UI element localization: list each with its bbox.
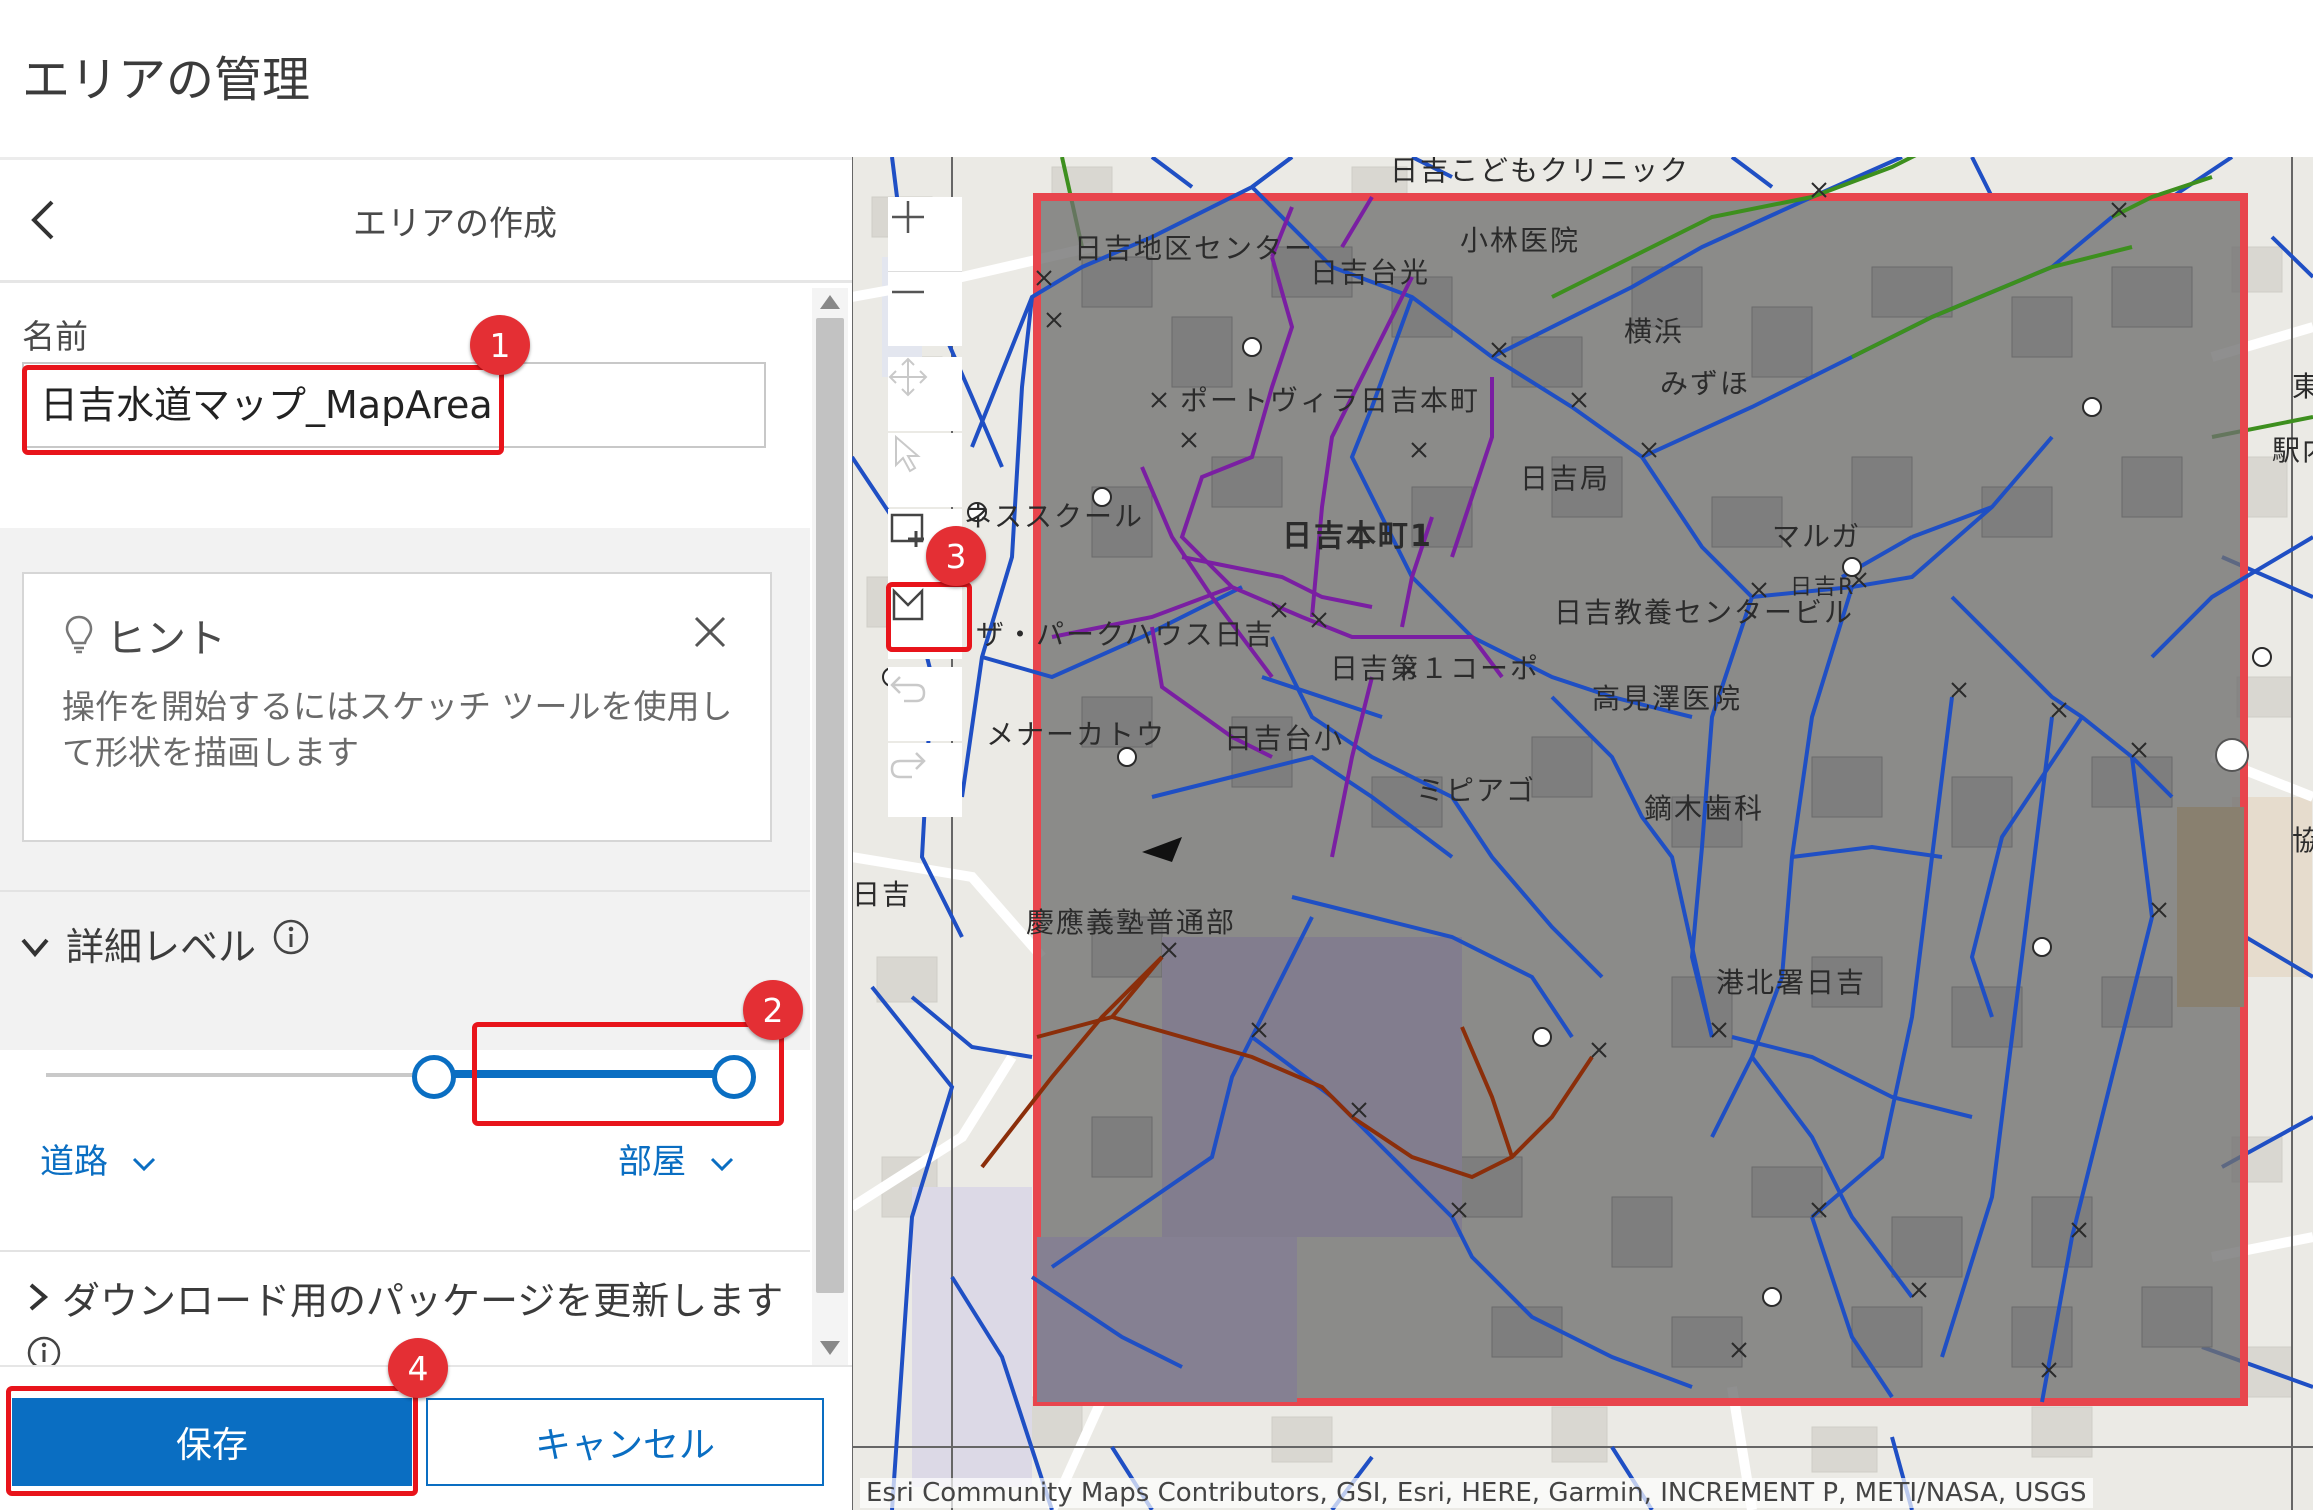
map-label: 日吉局 bbox=[1520, 462, 1611, 495]
max-level-label: 部屋 bbox=[618, 1142, 686, 1182]
map-label: みずほ bbox=[1660, 367, 1751, 400]
map-label: 日吉こどもクリニック bbox=[1390, 157, 1691, 187]
map-view[interactable]: 日吉こどもクリニック 日吉地区センター 日吉台光 小林医院 横浜 みずほ ポート… bbox=[852, 157, 2313, 1510]
app-header: エリアの管理 bbox=[0, 0, 2313, 160]
min-level-dropdown[interactable]: 道路 bbox=[40, 1134, 157, 1183]
map-label: 駅内 bbox=[2272, 434, 2313, 467]
hint-title: ヒント bbox=[106, 616, 226, 662]
map-label: 慶應義塾普通部 bbox=[1026, 906, 1237, 939]
map-label: 日吉 bbox=[852, 878, 913, 911]
map-label: ミピアゴ bbox=[1416, 774, 1537, 807]
scrollbar-thumb[interactable] bbox=[816, 318, 844, 1293]
map-label: 小林医院 bbox=[1460, 224, 1581, 257]
detail-slider-min-handle[interactable] bbox=[412, 1055, 457, 1099]
map-label: 日吉地区センター bbox=[1074, 232, 1315, 265]
divider bbox=[0, 1250, 810, 1252]
zoom-in-button[interactable] bbox=[888, 197, 962, 272]
map-label: 港北署日吉 bbox=[1716, 966, 1867, 999]
chevron-down-icon bbox=[132, 1157, 155, 1171]
callout-badge: 4 bbox=[388, 1338, 448, 1398]
detail-level-title[interactable]: 詳細レベル bbox=[66, 916, 256, 971]
scroll-down-icon[interactable] bbox=[818, 1338, 842, 1358]
pan-icon bbox=[888, 357, 928, 397]
callout-badge: 1 bbox=[470, 315, 530, 375]
page-title: エリアの管理 bbox=[22, 52, 311, 108]
map-label: 高見澤医院 bbox=[1592, 682, 1743, 715]
cancel-button[interactable]: キャンセル bbox=[426, 1398, 824, 1486]
callout-highlight-save bbox=[6, 1386, 418, 1496]
panel-header: エリアの作成 bbox=[0, 160, 852, 283]
map-attribution: Esri Community Maps Contributors, GSI, E… bbox=[860, 1478, 2093, 1508]
map-label: マルガ bbox=[1772, 520, 1862, 553]
undo-button[interactable] bbox=[888, 667, 962, 741]
map-label: 日吉台光 bbox=[1310, 256, 1431, 289]
close-icon[interactable] bbox=[692, 614, 728, 650]
undo-icon bbox=[890, 676, 926, 703]
map-label: ポートヴィラ日吉本町 bbox=[1180, 384, 1481, 417]
hint-text: 操作を開始するにはスケッチ ツールを使用して形状を描画します bbox=[62, 687, 733, 772]
divider bbox=[0, 890, 810, 892]
hint-card: ヒント 操作を開始するにはスケッチ ツールを使用して形状を描画します bbox=[22, 572, 772, 842]
callout-badge: 3 bbox=[926, 526, 986, 586]
callout-highlight-name bbox=[22, 365, 504, 455]
panel-heading: エリアの作成 bbox=[353, 204, 557, 244]
chevron-down-icon[interactable] bbox=[20, 932, 50, 962]
chevron-right-icon[interactable] bbox=[24, 1282, 52, 1312]
map-label: 横浜 bbox=[1624, 315, 1685, 348]
zoom-out-icon bbox=[892, 290, 924, 294]
map-label: 日吉第１コーポ bbox=[1330, 652, 1541, 685]
select-tool-button[interactable] bbox=[888, 433, 962, 507]
map-label: 協 bbox=[2292, 824, 2313, 857]
map-label: ネススクール bbox=[964, 500, 1145, 533]
map-label: 日吉教養センタービル bbox=[1554, 596, 1855, 629]
lightbulb-icon bbox=[65, 615, 93, 654]
map-label: メナーカトウ bbox=[986, 718, 1167, 751]
max-level-dropdown[interactable]: 部屋 bbox=[618, 1134, 735, 1183]
map-label: ザ・パークハウス日吉 bbox=[976, 618, 1275, 651]
zoom-out-button[interactable] bbox=[888, 272, 962, 346]
info-icon[interactable] bbox=[272, 918, 310, 956]
add-rectangle-icon bbox=[890, 513, 924, 547]
pan-tool-button[interactable] bbox=[888, 357, 962, 431]
map-label: 鏑木歯科 bbox=[1644, 792, 1765, 825]
zoom-in-icon bbox=[892, 201, 924, 233]
scroll-up-icon[interactable] bbox=[818, 292, 842, 312]
map-label: 日吉本町1 bbox=[1282, 519, 1433, 554]
redo-button[interactable] bbox=[888, 743, 962, 817]
redo-icon bbox=[890, 752, 926, 779]
map-label: 東 bbox=[2292, 370, 2313, 403]
min-level-label: 道路 bbox=[40, 1142, 108, 1182]
callout-badge: 2 bbox=[743, 980, 803, 1040]
map-canvas bbox=[852, 157, 2313, 1510]
name-label: 名前 bbox=[22, 317, 88, 356]
select-icon bbox=[895, 434, 921, 473]
callout-highlight-slider bbox=[472, 1022, 784, 1126]
callout-highlight-tool bbox=[886, 582, 972, 652]
map-label: 日吉台小 bbox=[1224, 722, 1345, 755]
update-package-title[interactable]: ダウンロード用のパッケージを更新します bbox=[62, 1270, 783, 1325]
chevron-down-icon bbox=[710, 1157, 733, 1171]
